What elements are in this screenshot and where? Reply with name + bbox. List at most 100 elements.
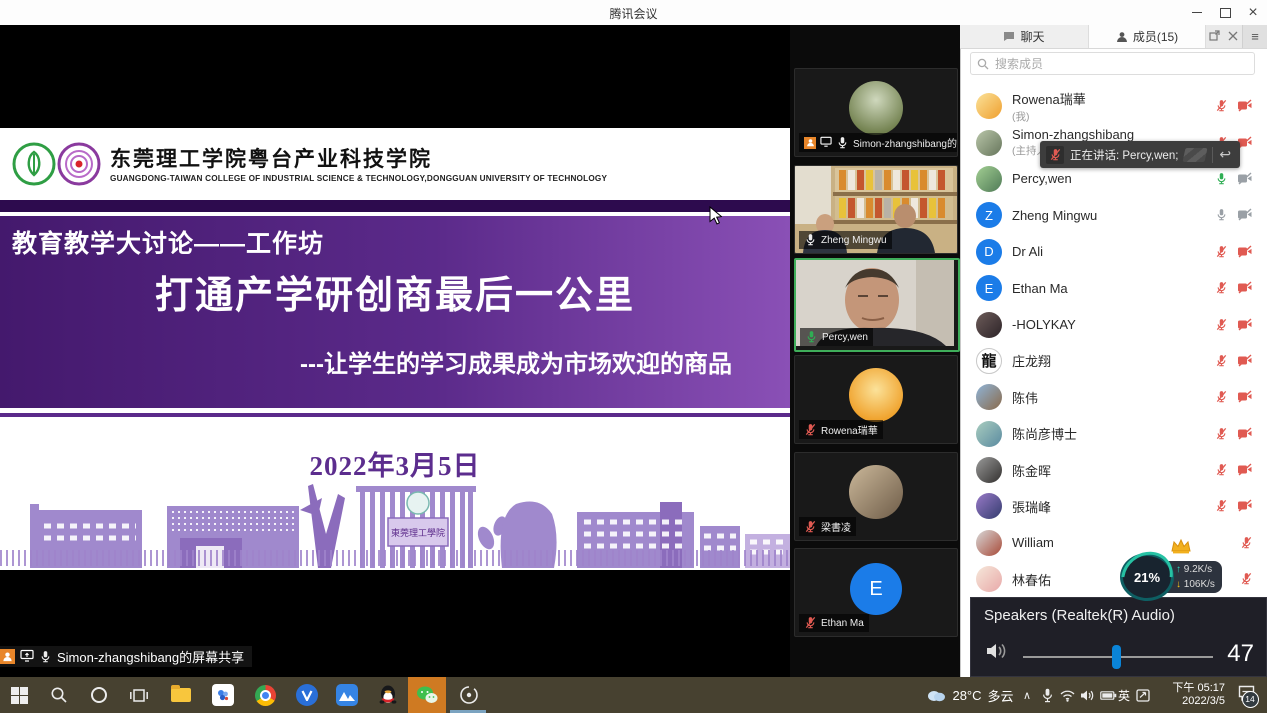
member-row[interactable]: William — [960, 525, 1267, 561]
net-usage-circle[interactable]: 21% — [1120, 553, 1174, 601]
mountain-app-icon — [336, 684, 358, 706]
close-button[interactable] — [1239, 0, 1267, 25]
members-icon — [1116, 31, 1128, 43]
member-name: Zheng Mingwu — [1012, 208, 1215, 223]
video-thumbnail-ethan[interactable]: E Ethan Ma — [794, 548, 958, 637]
member-name: Rowena瑞華 — [1012, 89, 1215, 108]
video-thumbnail-rowena[interactable]: Rowena瑞華 — [794, 355, 958, 444]
avatar — [849, 81, 903, 135]
tray-overflow-chevron[interactable] — [1016, 677, 1038, 713]
member-role: (我) — [1012, 109, 1215, 124]
search-input[interactable] — [970, 52, 1255, 75]
college-logo-purple-icon — [57, 142, 101, 186]
mic-status-icon — [1240, 534, 1253, 552]
member-avatar — [976, 493, 1002, 519]
camera-status-icon — [1237, 425, 1253, 443]
speaking-toast: 正在讲话: Percy,wen; — [1040, 141, 1240, 168]
download-speed: 106K/s — [1184, 579, 1215, 590]
task-view-button[interactable] — [120, 677, 158, 713]
member-row[interactable]: 張瑞峰 — [960, 488, 1267, 524]
member-row[interactable]: Z Zheng Mingwu — [960, 197, 1267, 233]
video-thumbnail-liang[interactable]: 梁書凌 — [794, 452, 958, 541]
member-row[interactable]: -HOLYKAY — [960, 306, 1267, 342]
volume-flyout: Speakers (Realtek(R) Audio) 47 — [970, 597, 1267, 677]
weather-temp: 28°C — [952, 688, 981, 703]
tray-language-item[interactable]: 英 — [1114, 677, 1134, 713]
start-button[interactable] — [0, 677, 38, 713]
member-name: Ethan Ma — [1012, 281, 1215, 296]
tray-volume-item[interactable] — [1076, 677, 1098, 713]
recorder-button[interactable] — [450, 677, 488, 713]
action-center-button[interactable]: 14 — [1231, 677, 1261, 713]
toast-divider — [1212, 147, 1213, 163]
tab-members[interactable]: 成员(15) — [1088, 25, 1206, 48]
member-text: 庄龙翔 — [1012, 351, 1215, 370]
mic-icon — [804, 233, 817, 247]
speaking-toast-text: 正在讲话: Percy,wen; — [1070, 147, 1178, 163]
member-row[interactable]: 陈尚彦博士 — [960, 416, 1267, 452]
member-status-icons — [1215, 497, 1253, 515]
clock[interactable]: 下午 05:17 2022/3/5 — [1172, 682, 1225, 708]
camera-status-icon — [1237, 170, 1253, 188]
mic-muted-icon — [804, 423, 817, 437]
tray-touch-keyboard-item[interactable] — [1132, 677, 1154, 713]
tab-chat[interactable]: 聊天 — [960, 25, 1088, 48]
mic-status-icon — [1215, 388, 1228, 406]
tab-members-label: 成员(15) — [1133, 28, 1178, 45]
mic-status-icon — [1215, 279, 1228, 297]
video-thumbnail-zheng[interactable]: Zheng Mingwu — [794, 165, 958, 254]
member-row[interactable]: 陈伟 — [960, 379, 1267, 415]
member-row[interactable]: 龍 庄龙翔 — [960, 343, 1267, 379]
member-row[interactable]: Rowena瑞華 (我) — [960, 88, 1267, 124]
mic-status-icon — [1215, 425, 1228, 443]
minimize-button[interactable] — [1183, 0, 1211, 25]
app-button-2[interactable] — [288, 677, 326, 713]
speaker-icon[interactable] — [985, 641, 1009, 666]
member-text: Zheng Mingwu — [1012, 208, 1215, 223]
maximize-button[interactable] — [1211, 0, 1239, 25]
member-name: William — [1012, 535, 1240, 550]
app-button-1[interactable] — [204, 677, 242, 713]
tray-network-item[interactable] — [1056, 677, 1078, 713]
qq-button[interactable] — [369, 677, 407, 713]
mic-tray-icon — [1042, 688, 1053, 703]
chrome-button[interactable] — [246, 677, 284, 713]
unmute-reply-icon[interactable] — [1219, 146, 1231, 163]
mic-muted-icon — [1046, 146, 1064, 164]
member-avatar — [976, 312, 1002, 338]
app-button-3[interactable] — [328, 677, 366, 713]
member-text: 陈金晖 — [1012, 461, 1215, 480]
member-text: Rowena瑞華 (我) — [1012, 89, 1215, 124]
mic-status-icon — [1215, 243, 1228, 261]
wechat-button-highlighted[interactable] — [408, 677, 446, 713]
upload-speed: 9.2K/s — [1184, 564, 1212, 575]
file-explorer-button[interactable] — [162, 677, 200, 713]
panel-menu-icon[interactable] — [1242, 25, 1267, 48]
member-avatar — [976, 384, 1002, 410]
member-name: Simon-zhangshibang — [1012, 127, 1215, 142]
video-thumbnail-percy-active-speaker[interactable]: Percy,wen — [794, 258, 960, 352]
toast-watermark — [1183, 148, 1208, 162]
camera-status-icon — [1237, 316, 1253, 334]
cortana-button[interactable] — [80, 677, 118, 713]
close-panel-icon[interactable] — [1228, 28, 1238, 46]
download-icon — [1176, 579, 1181, 590]
speaker-tray-icon — [1080, 689, 1094, 702]
popout-panel-icon[interactable] — [1209, 28, 1220, 46]
member-avatar — [976, 566, 1002, 592]
member-row[interactable]: D Dr Ali — [960, 234, 1267, 270]
clock-time: 下午 05:17 — [1172, 682, 1225, 695]
member-avatar — [976, 166, 1002, 192]
volume-slider-thumb[interactable] — [1112, 645, 1121, 669]
tray-mic-item[interactable] — [1036, 677, 1058, 713]
weather-tray-item[interactable]: 28°C 多云 — [915, 677, 1025, 713]
mic-status-icon — [1215, 206, 1228, 224]
window-title: 腾讯会议 — [0, 5, 1267, 22]
taskbar-search-button[interactable] — [40, 677, 78, 713]
video-thumbnail-simon[interactable]: Simon-zhangshibang的... — [794, 68, 958, 157]
mic-speaking-icon — [805, 330, 818, 344]
member-row[interactable]: E Ethan Ma — [960, 270, 1267, 306]
college-name-en: GUANGDONG-TAIWAN COLLEGE OF INDUSTRIAL S… — [110, 174, 607, 183]
member-row[interactable]: 陈金晖 — [960, 452, 1267, 488]
member-text: Ethan Ma — [1012, 281, 1215, 296]
